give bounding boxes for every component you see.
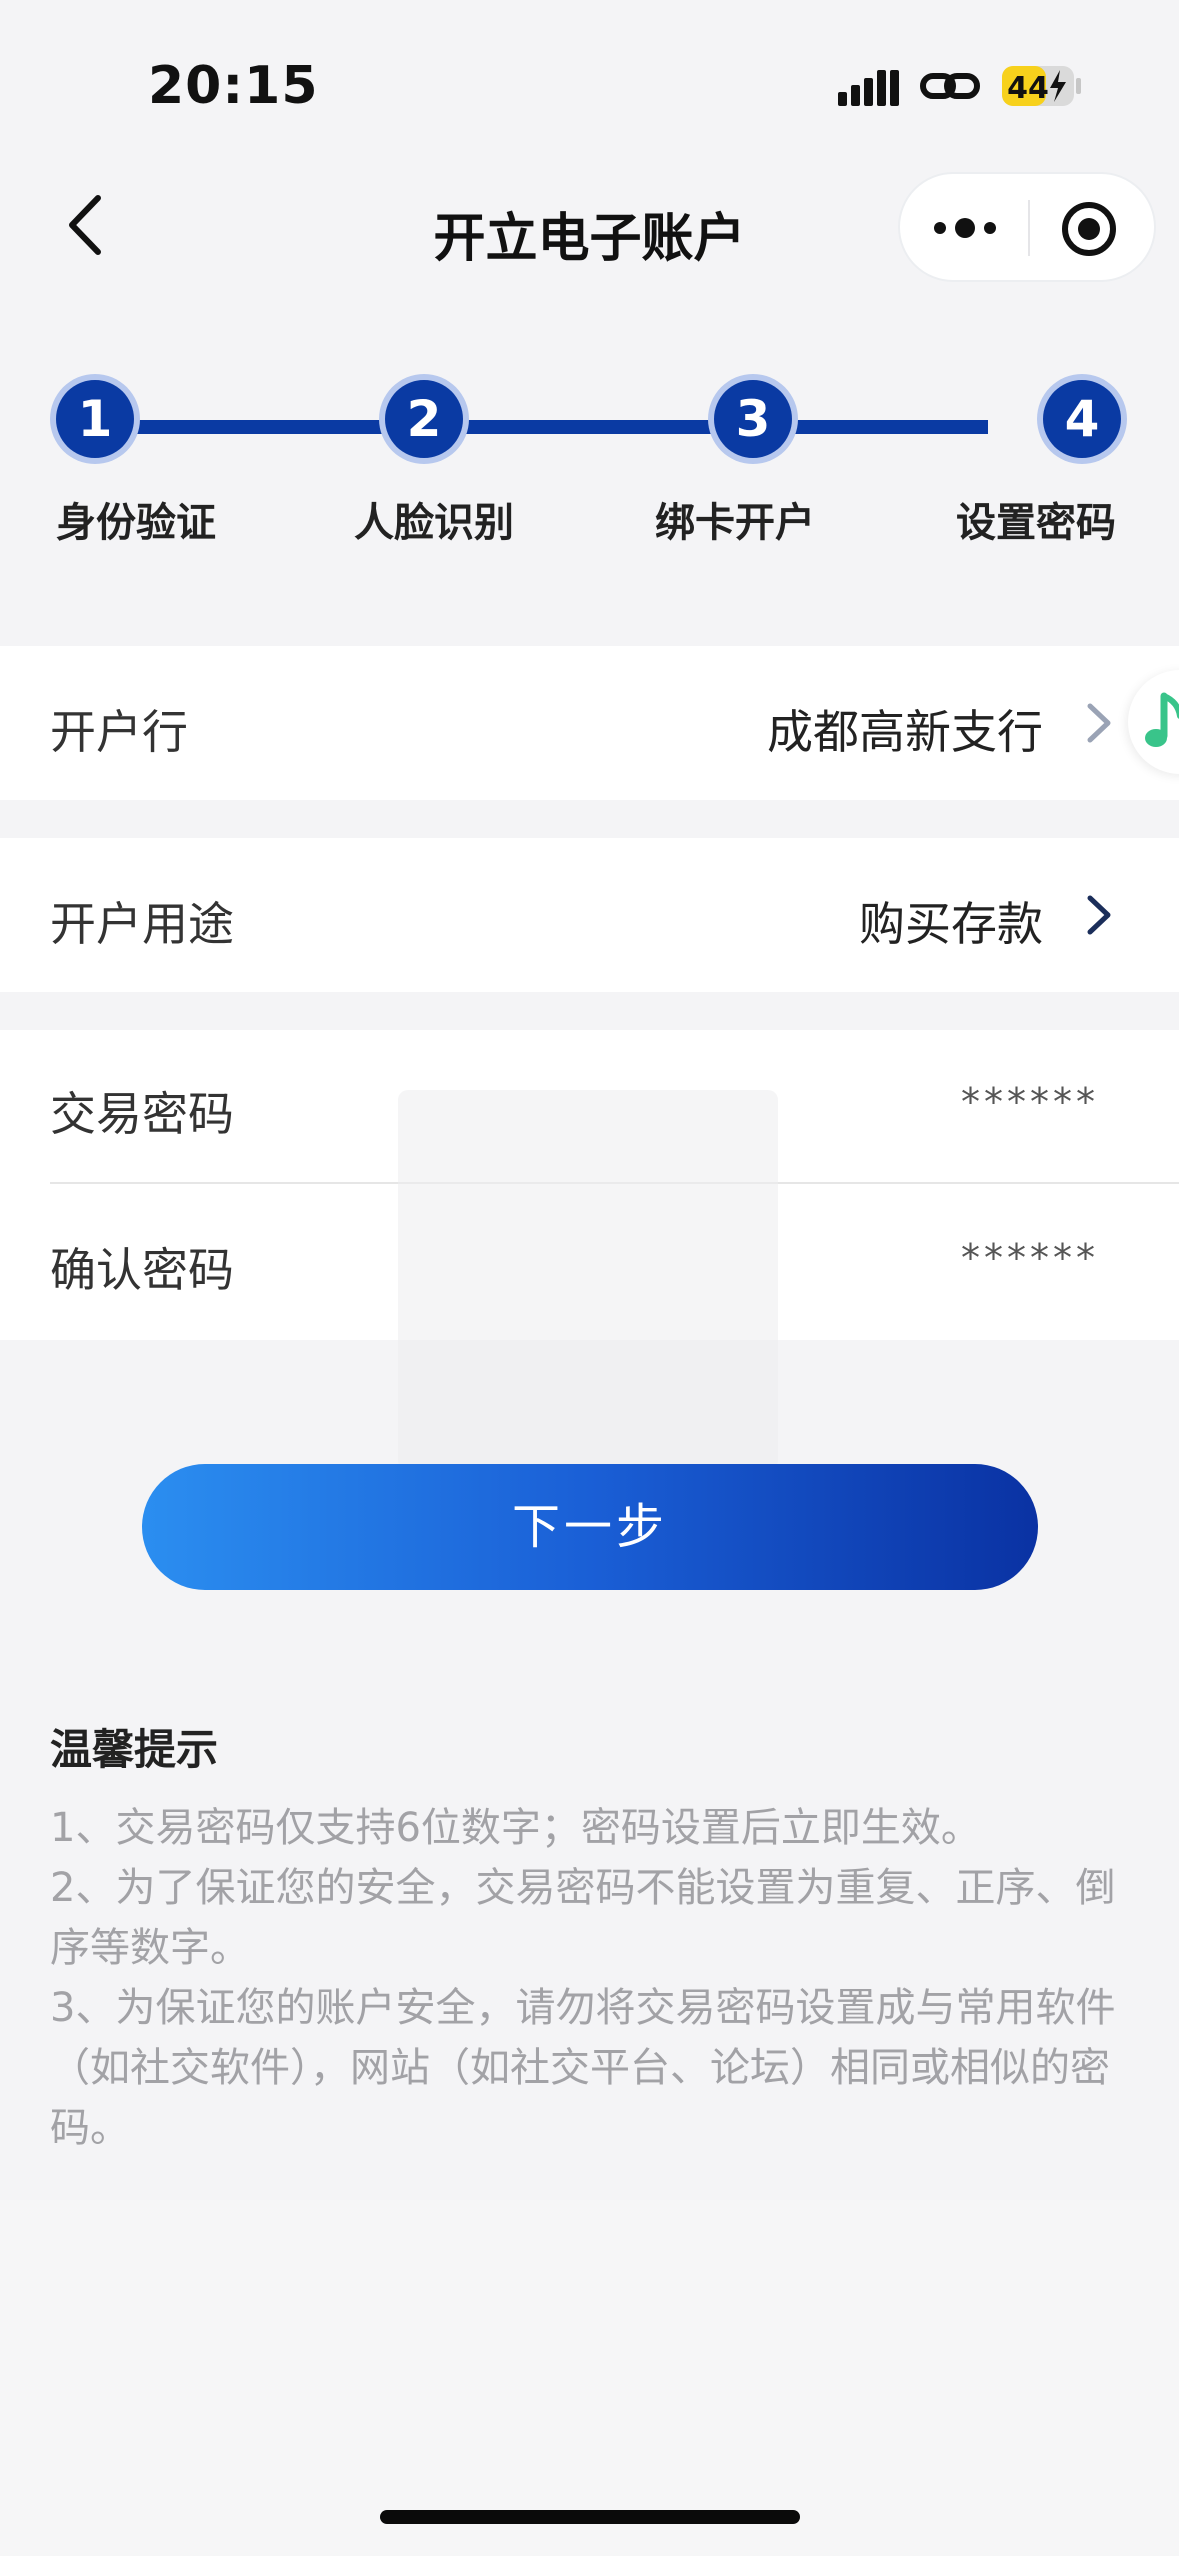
trade-password-label: 交易密码 <box>50 1087 234 1141</box>
step-4-label: 设置密码 <box>956 500 1116 546</box>
purpose-value: 购买存款 <box>859 897 1043 951</box>
branch-row[interactable]: 开户行 成都高新支行 <box>0 646 1179 800</box>
branch-label: 开户行 <box>50 705 188 759</box>
bottom-area <box>0 2200 1179 2556</box>
step-2-circle: 2 <box>385 380 463 458</box>
tips-list: 1、交易密码仅支持6位数字；密码设置后立即生效。 2、为了保证您的安全，交易密码… <box>50 1798 1140 2158</box>
mini-program-capsule <box>898 172 1156 282</box>
stepper-line <box>96 420 988 434</box>
page: 20:15 44 开立电子账户 1 2 3 4 身份验证 人脸识别 绑卡开户 设… <box>0 0 1179 2556</box>
chevron-right-icon <box>1087 703 1111 743</box>
confirm-password-label: 确认密码 <box>50 1243 234 1297</box>
step-1-circle: 1 <box>56 380 134 458</box>
purpose-row[interactable]: 开户用途 购买存款 <box>0 838 1179 992</box>
trade-password-value: ****** <box>961 1080 1099 1124</box>
tip-item: 3、为保证您的账户安全，请勿将交易密码设置成与常用软件（如社交软件），网站（如社… <box>50 1985 1116 2151</box>
step-2-label: 人脸识别 <box>354 500 514 546</box>
battery-level: 44 <box>1007 71 1049 106</box>
step-4-circle: 4 <box>1043 380 1121 458</box>
close-button[interactable] <box>1060 200 1118 258</box>
step-3-circle: 3 <box>714 380 792 458</box>
branch-value: 成都高新支行 <box>767 705 1043 759</box>
step-1-label: 身份验证 <box>56 500 216 546</box>
progress-stepper: 1 2 3 4 身份验证 人脸识别 绑卡开户 设置密码 <box>0 370 1179 570</box>
home-indicator <box>380 2510 800 2524</box>
capsule-divider <box>1028 200 1030 256</box>
tip-item: 2、为了保证您的安全，交易密码不能设置为重复、正序、倒序等数字。 <box>50 1865 1116 1971</box>
tip-item: 1、交易密码仅支持6位数字；密码设置后立即生效。 <box>50 1805 981 1851</box>
more-button[interactable] <box>930 204 1000 252</box>
step-3-label: 绑卡开户 <box>655 500 815 546</box>
link-icon <box>920 73 980 99</box>
confirm-password-value: ****** <box>961 1236 1099 1280</box>
next-step-button[interactable]: 下一步 <box>142 1464 1038 1590</box>
battery-charging-icon: 44 <box>1002 66 1081 106</box>
music-note-icon <box>1145 692 1179 747</box>
loading-overlay <box>398 1090 778 1470</box>
tips-title: 温馨提示 <box>50 1725 219 1774</box>
purpose-label: 开户用途 <box>50 897 234 951</box>
status-time: 20:15 <box>148 56 319 116</box>
signal-icon <box>838 70 899 106</box>
chevron-right-icon <box>1087 895 1111 935</box>
